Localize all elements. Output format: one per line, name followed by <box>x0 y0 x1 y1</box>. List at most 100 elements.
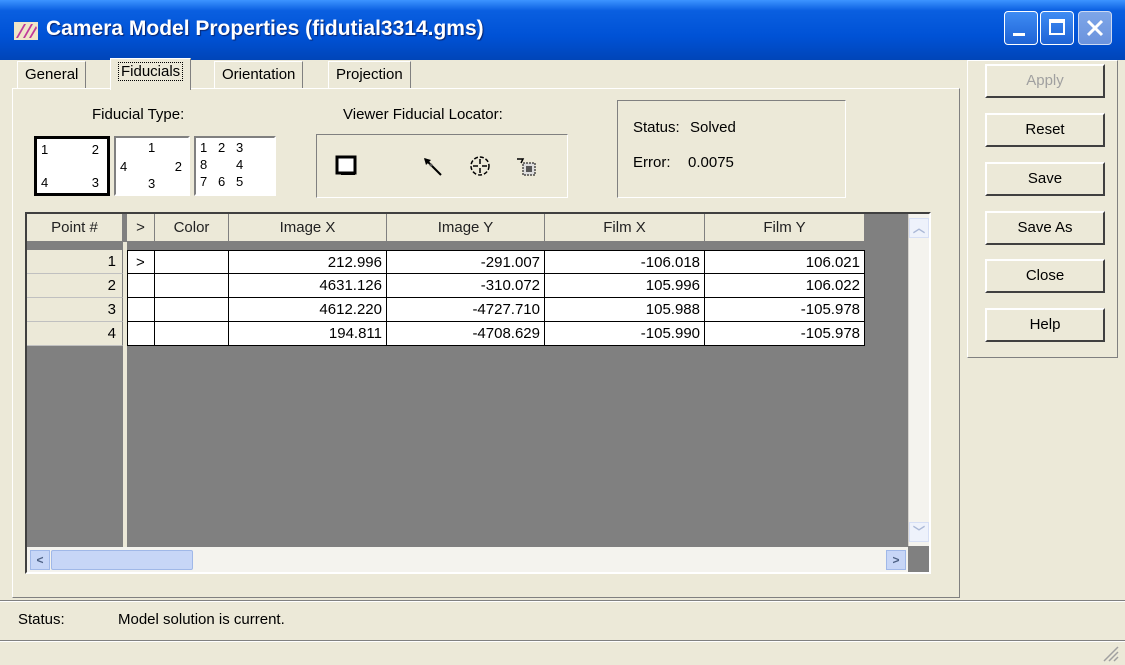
column-header-image-x[interactable]: Image X <box>229 214 387 242</box>
status-value: Solved <box>690 119 736 136</box>
fid-num: 2 <box>174 159 182 174</box>
statusbar-label: Status: <box>18 611 65 628</box>
scroll-right-icon[interactable]: > <box>886 550 906 570</box>
fid-num: 4 <box>236 157 244 172</box>
table-cell-image-x[interactable]: 212.996 <box>229 250 387 274</box>
fiducial-type-4-side[interactable]: 1 4 2 3 <box>114 136 190 196</box>
close-window-button[interactable] <box>1078 11 1112 45</box>
table-cell-film-y[interactable]: 106.022 <box>705 274 865 298</box>
fiducial-type-4-corner[interactable]: 1 2 4 3 <box>34 136 110 196</box>
fiducial-type-8-point[interactable]: 1 2 3 8 4 7 6 5 <box>194 136 276 196</box>
row-header[interactable]: 3 <box>27 298 123 322</box>
tab-projection-label: Projection <box>336 66 403 83</box>
tab-general[interactable]: General <box>17 61 87 89</box>
error-value: 0.0075 <box>688 154 734 171</box>
column-header-marker[interactable]: > <box>127 214 155 242</box>
title-bar[interactable]: Camera Model Properties (fidutial3314.gm… <box>0 0 1125 61</box>
table-cell-color[interactable] <box>155 298 229 322</box>
tab-general-label: General <box>25 66 79 83</box>
tab-fiducials[interactable]: Fiducials <box>110 58 192 90</box>
scroll-left-icon[interactable]: < <box>30 550 50 570</box>
maximize-icon <box>1049 19 1065 35</box>
horizontal-scrollbar[interactable]: < > <box>27 547 908 572</box>
viewer-locator-group <box>316 134 568 198</box>
status-divider <box>0 600 1125 602</box>
error-label: Error: <box>633 154 671 171</box>
minimize-button[interactable] <box>1004 11 1038 45</box>
fid-num: 3 <box>148 176 156 191</box>
apply-button[interactable]: Apply <box>985 64 1105 98</box>
auto-locate-icon[interactable] <box>515 155 539 179</box>
fid-num: 3 <box>91 175 99 190</box>
tab-orientation[interactable]: Orientation <box>214 61 304 89</box>
table-cell-image-x[interactable]: 194.811 <box>229 322 387 346</box>
table-cell-marker[interactable]: > <box>127 250 155 274</box>
tab-fiducials-label: Fiducials <box>118 62 184 81</box>
table-cell-marker[interactable] <box>127 274 155 298</box>
close-button[interactable]: Close <box>985 259 1105 293</box>
status-label: Status: <box>633 119 680 136</box>
table-cell-color[interactable] <box>155 250 229 274</box>
table-cell-marker[interactable] <box>127 298 155 322</box>
scroll-up-icon[interactable]: ︿ <box>909 218 929 238</box>
fid-num: 1 <box>41 142 49 157</box>
table-cell-image-x[interactable]: 4631.126 <box>229 274 387 298</box>
fid-num: 4 <box>41 175 49 190</box>
table-cell-film-x[interactable]: -105.990 <box>545 322 705 346</box>
save-button[interactable]: Save <box>985 162 1105 196</box>
app-icon <box>14 22 38 40</box>
vertical-scrollbar[interactable]: ︿ ﹀ <box>908 214 929 546</box>
column-header-image-y[interactable]: Image Y <box>387 214 545 242</box>
close-icon <box>1086 19 1104 37</box>
fid-num: 7 <box>200 174 208 189</box>
table-cell-image-y[interactable]: -4727.710 <box>387 298 545 322</box>
fiducial-type-label: Fiducial Type: <box>92 106 185 123</box>
table-cell-image-y[interactable]: -310.072 <box>387 274 545 298</box>
column-header-film-y[interactable]: Film Y <box>705 214 865 242</box>
viewer-window-icon[interactable] <box>335 155 357 177</box>
maximize-button[interactable] <box>1040 11 1074 45</box>
reset-button[interactable]: Reset <box>985 113 1105 147</box>
table-cell-image-x[interactable]: 4612.220 <box>229 298 387 322</box>
window-title: Camera Model Properties (fidutial3314.gm… <box>46 17 484 40</box>
pointer-arrow-icon[interactable] <box>421 155 445 179</box>
fid-num: 2 <box>91 142 99 157</box>
fid-num: 2 <box>218 140 226 155</box>
table-cell-film-x[interactable]: -106.018 <box>545 250 705 274</box>
scroll-thumb[interactable] <box>51 550 193 570</box>
help-button[interactable]: Help <box>985 308 1105 342</box>
row-header[interactable]: 1 <box>27 250 123 274</box>
target-crosshair-icon[interactable] <box>467 153 493 179</box>
table-cell-film-x[interactable]: 105.996 <box>545 274 705 298</box>
fid-num: 3 <box>236 140 244 155</box>
table-cell-film-y[interactable]: 106.021 <box>705 250 865 274</box>
statusbar-top-border <box>0 640 1125 642</box>
minimize-icon <box>1013 33 1025 36</box>
fid-num: 6 <box>218 174 226 189</box>
column-header-point[interactable]: Point # <box>27 214 123 242</box>
table-cell-marker[interactable] <box>127 322 155 346</box>
statusbar-message: Model solution is current. <box>118 611 285 628</box>
table-cell-image-y[interactable]: -4708.629 <box>387 322 545 346</box>
viewer-locator-label: Viewer Fiducial Locator: <box>343 106 503 123</box>
tab-projection[interactable]: Projection <box>328 61 411 89</box>
solution-status-group: Status: Solved Error: 0.0075 <box>617 100 846 198</box>
scroll-down-icon[interactable]: ﹀ <box>909 522 929 542</box>
tab-orientation-label: Orientation <box>222 66 296 83</box>
fiducial-grid[interactable]: Point # > Color Image X Image Y Film X F… <box>25 212 931 574</box>
resize-grip-icon[interactable] <box>1100 643 1120 663</box>
row-header[interactable]: 2 <box>27 274 123 298</box>
save-as-button[interactable]: Save As <box>985 211 1105 245</box>
fid-num: 1 <box>200 140 208 155</box>
table-cell-film-x[interactable]: 105.988 <box>545 298 705 322</box>
table-cell-color[interactable] <box>155 322 229 346</box>
table-cell-film-y[interactable]: -105.978 <box>705 298 865 322</box>
table-cell-image-y[interactable]: -291.007 <box>387 250 545 274</box>
column-header-film-x[interactable]: Film X <box>545 214 705 242</box>
table-cell-film-y[interactable]: -105.978 <box>705 322 865 346</box>
column-header-color[interactable]: Color <box>155 214 229 242</box>
fid-num: 4 <box>120 159 128 174</box>
row-header[interactable]: 4 <box>27 322 123 346</box>
fid-num: 1 <box>148 140 156 155</box>
table-cell-color[interactable] <box>155 274 229 298</box>
